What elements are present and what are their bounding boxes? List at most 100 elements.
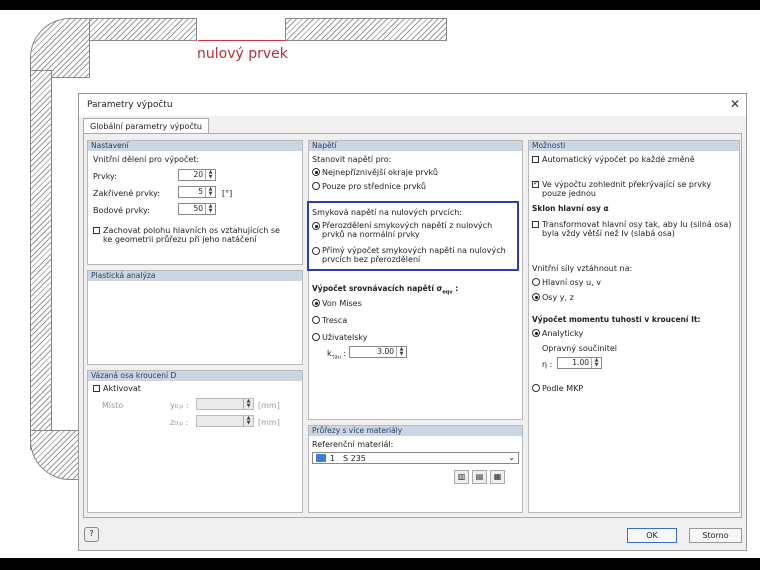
- material-settings-icon[interactable]: ▦: [490, 470, 505, 484]
- spinner-icon[interactable]: ▲ ▼: [205, 204, 215, 214]
- cancel-button[interactable]: Storno: [689, 528, 742, 543]
- von-mises-label: Von Mises: [322, 299, 362, 308]
- section-left-hatch: [30, 70, 52, 450]
- spinner-icon[interactable]: ▲ ▼: [396, 347, 406, 357]
- eta-value: 1.00: [572, 358, 589, 367]
- transform-axes-label: Transformovat hlavní osy tak, aby Iu (si…: [542, 220, 732, 238]
- tab-global-parameters[interactable]: Globální parametry výpočtu: [83, 118, 209, 134]
- curved-members-unit: [°]: [222, 189, 233, 198]
- direct-calculation-label: Přímý výpočet smykových napětí na nulový…: [322, 246, 506, 264]
- torsion-constant-label: Výpočet momentu tuhosti v kroucení It:: [532, 315, 701, 324]
- members-label: Prvky:: [93, 172, 117, 181]
- extreme-edges-radio[interactable]: [312, 168, 320, 176]
- determine-stress-label: Stanovit napětí pro:: [312, 155, 392, 164]
- ok-button[interactable]: OK: [627, 528, 677, 543]
- yp-label: yD,p :: [170, 401, 189, 410]
- activate-checkbox[interactable]: [93, 385, 100, 392]
- axis-inclination-label: Sklon hlavní osy α: [532, 204, 609, 213]
- keep-axes-checkbox[interactable]: [93, 227, 100, 234]
- analytical-radio[interactable]: [532, 329, 540, 337]
- tresca-label: Tresca: [322, 316, 348, 325]
- point-members-value: 50: [193, 204, 203, 213]
- point-members-label: Bodové prvky:: [93, 206, 150, 215]
- spinner-icon[interactable]: ▲ ▼: [591, 358, 601, 368]
- division-subtitle: Vnitřní dělení pro výpočet:: [93, 155, 200, 164]
- settings-panel: Nastavení Vnitřní dělení pro výpočet: Pr…: [87, 140, 303, 265]
- k-tau-value: 3.00: [377, 347, 394, 356]
- fem-label: Podle MKP: [542, 384, 584, 393]
- eta-label: η :: [542, 360, 553, 369]
- activate-label: Aktivovat: [103, 384, 141, 393]
- null-element-label: nulový prvek: [197, 46, 288, 62]
- fem-radio[interactable]: [532, 384, 540, 392]
- chevron-down-icon[interactable]: ⌄: [508, 453, 515, 462]
- zp-input[interactable]: ▲ ▼: [196, 415, 254, 427]
- point-members-input[interactable]: 50 ▲ ▼: [178, 203, 216, 215]
- spinner-icon[interactable]: ▲ ▼: [205, 187, 215, 197]
- members-input[interactable]: 20 ▲ ▼: [178, 169, 216, 181]
- auto-calculation-label: Automatický výpočet po každé změně: [542, 155, 695, 164]
- members-value: 20: [193, 170, 203, 179]
- redistribution-radio[interactable]: [312, 222, 320, 230]
- options-header: Možnosti: [529, 141, 739, 151]
- user-defined-radio[interactable]: [312, 333, 320, 341]
- spinner-icon[interactable]: ▲ ▼: [243, 416, 253, 426]
- overlapping-label: Ve výpočtu zohlednit překrývající se prv…: [542, 180, 712, 198]
- calculation-parameters-dialog: Parametry výpočtu ✕ Globální parametry v…: [78, 93, 747, 551]
- torsion-axis-header: Vázaná osa kroucení D: [88, 371, 302, 381]
- options-panel: Možnosti Automatický výpočet po každé zm…: [528, 140, 740, 513]
- yz-axes-radio[interactable]: [532, 293, 540, 301]
- plastic-analysis-panel: Plastická analýza: [87, 270, 303, 365]
- close-icon[interactable]: ✕: [730, 97, 740, 111]
- principal-axes-radio[interactable]: [532, 278, 540, 286]
- dialog-titlebar: Parametry výpočtu ✕: [79, 94, 746, 116]
- equivalent-stress-title: Výpočet srovnávacích napětí σeqv :: [312, 284, 459, 296]
- tresca-radio[interactable]: [312, 316, 320, 324]
- reference-material-select[interactable]: 1 S 235 ⌄: [312, 452, 519, 464]
- shear-stress-title: Smyková napětí na nulových prvcích:: [312, 208, 463, 217]
- zp-unit: [mm]: [258, 418, 280, 427]
- curved-members-input[interactable]: 5 ▲ ▼: [178, 186, 216, 198]
- k-tau-input[interactable]: 3.00 ▲ ▼: [349, 346, 407, 358]
- zp-label: zD,p :: [170, 418, 189, 427]
- section-corner-hatch: [30, 18, 90, 78]
- torsion-axis-panel: Vázaná osa kroucení D Aktivovat Místo yD…: [87, 370, 303, 513]
- yp-input[interactable]: ▲ ▼: [196, 398, 254, 410]
- multi-material-panel: Průřezy s více materiály Referenční mate…: [308, 425, 523, 513]
- direct-calculation-radio[interactable]: [312, 247, 320, 255]
- edit-material-icon[interactable]: ▤: [472, 470, 487, 484]
- principal-axes-label: Hlavní osy u, v: [542, 278, 601, 287]
- centerlines-label: Pouze pro střednice prvků: [322, 182, 426, 191]
- auto-calculation-checkbox[interactable]: [532, 156, 539, 163]
- extreme-edges-label: Nejnepříznivější okraje prvků: [322, 168, 438, 177]
- multi-material-header: Průřezy s více materiály: [309, 426, 522, 436]
- correction-factor-label: Opravný součinitel: [542, 344, 617, 353]
- dialog-title: Parametry výpočtu: [87, 100, 173, 110]
- yz-axes-label: Osy y, z: [542, 293, 574, 302]
- material-library-icon[interactable]: ▥: [454, 470, 469, 484]
- centerlines-radio[interactable]: [312, 182, 320, 190]
- material-name: S 235: [343, 454, 366, 463]
- user-defined-label: Uživatelsky: [322, 333, 368, 342]
- von-mises-radio[interactable]: [312, 299, 320, 307]
- eta-input[interactable]: 1.00 ▲ ▼: [557, 357, 602, 369]
- spinner-icon[interactable]: ▲ ▼: [243, 399, 253, 409]
- redistribution-label: Přerozdělení smykových napětí z nulových…: [322, 221, 493, 239]
- help-icon[interactable]: ?: [84, 527, 99, 542]
- place-label: Místo: [102, 401, 124, 410]
- tab-body: Nastavení Vnitřní dělení pro výpočet: Pr…: [83, 133, 742, 518]
- curved-members-value: 5: [198, 187, 203, 196]
- stress-header: Napětí: [309, 141, 522, 151]
- plastic-analysis-header: Plastická analýza: [88, 271, 302, 281]
- spinner-icon[interactable]: ▲ ▼: [205, 170, 215, 180]
- settings-header: Nastavení: [88, 141, 302, 151]
- analytical-label: Analyticky: [542, 329, 584, 338]
- reference-material-label: Referenční materiál:: [312, 440, 394, 449]
- overlapping-checkbox[interactable]: [532, 179, 539, 188]
- transform-axes-checkbox[interactable]: [532, 221, 539, 228]
- null-element-line: [198, 40, 286, 41]
- stress-panel: Napětí Stanovit napětí pro: Nejnepřízniv…: [307, 140, 523, 420]
- yp-unit: [mm]: [258, 401, 280, 410]
- section-top-right-hatch: [285, 18, 447, 41]
- material-color-swatch: [316, 454, 326, 462]
